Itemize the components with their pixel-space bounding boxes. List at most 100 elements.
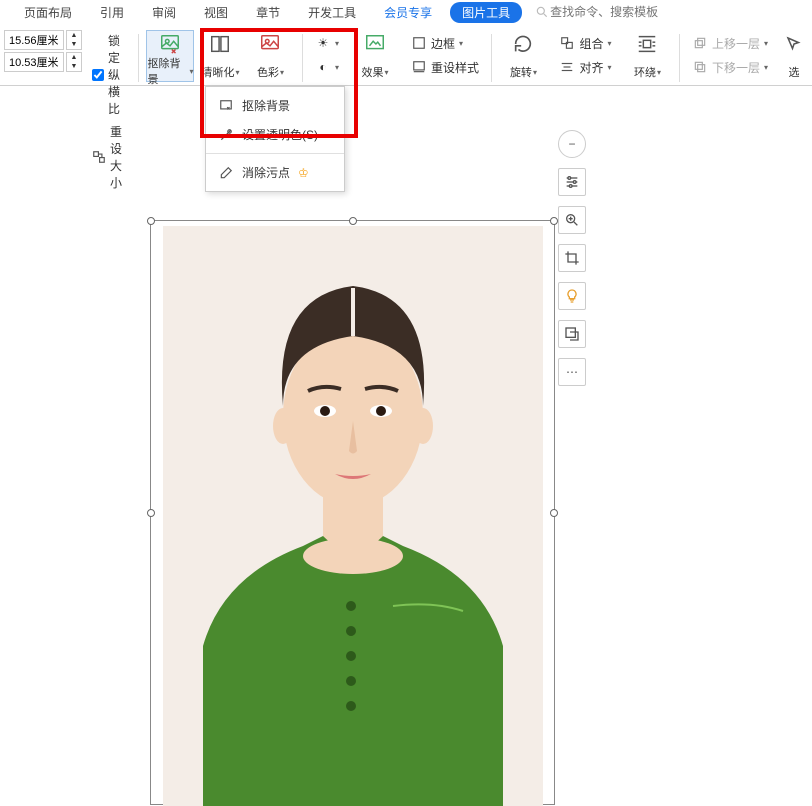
select-button[interactable]: 选 (780, 30, 808, 82)
side-more-button[interactable]: ⋯ (558, 358, 586, 386)
rotate-button[interactable]: 旋转▾ (499, 30, 547, 82)
menu-remove-bg-label: 抠除背景 (242, 97, 290, 114)
menu-chapter[interactable]: 章节 (242, 0, 294, 25)
side-crop-button[interactable] (558, 244, 586, 272)
height-down[interactable]: ▼ (67, 62, 81, 71)
move-down-icon (692, 59, 708, 75)
contrast-button[interactable]: ◐▾ (311, 56, 343, 78)
size-group: ▲▼ ▲▼ (0, 30, 86, 72)
resize-handle-tm[interactable] (349, 217, 357, 225)
side-properties-button[interactable] (558, 168, 586, 196)
command-search[interactable] (534, 4, 690, 20)
menu-set-transparent-label: 设置透明色(S) (242, 126, 318, 143)
menu-divider (206, 153, 344, 154)
group-label: 组合 (579, 35, 603, 52)
wrap-button[interactable]: 环绕▾ (623, 30, 671, 82)
width-up[interactable]: ▲ (67, 31, 81, 40)
brightness-button[interactable]: ☀▾ (311, 32, 343, 54)
contrast-icon: ◐ (315, 59, 331, 75)
lock-aspect-checkbox[interactable] (92, 69, 104, 81)
height-stepper[interactable]: ▲▼ (66, 52, 82, 72)
align-icon (559, 59, 575, 75)
zoom-icon (564, 212, 580, 228)
effect-button[interactable]: 效果▾ (351, 30, 399, 82)
border-button[interactable]: 边框▾ (407, 32, 483, 54)
crop-icon (564, 250, 580, 266)
width-input[interactable] (4, 30, 64, 50)
portrait-svg (163, 226, 543, 806)
rotate-label: 旋转 (510, 64, 532, 80)
color-label: 色彩 (257, 64, 279, 80)
remove-bg-icon (158, 33, 182, 55)
menu-page-layout[interactable]: 页面布局 (10, 0, 86, 25)
resize-handle-tr[interactable] (550, 217, 558, 225)
rotate-icon (511, 32, 535, 56)
select-icon (782, 32, 806, 56)
context-tab-picture-tools[interactable]: 图片工具 (450, 2, 522, 23)
height-input[interactable] (4, 52, 64, 72)
search-input[interactable] (550, 5, 690, 19)
clarity-button[interactable]: 清晰化▾ (196, 30, 244, 82)
menu-reference[interactable]: 引用 (86, 0, 138, 25)
color-button[interactable]: 色彩▾ (246, 30, 294, 82)
move-up-icon (692, 35, 708, 51)
width-stepper[interactable]: ▲▼ (66, 30, 82, 50)
remove-bg-button[interactable]: 抠除背景▾ (146, 30, 194, 82)
menu-member[interactable]: 会员专享 (370, 0, 446, 25)
ellipsis-icon: ⋯ (566, 365, 578, 379)
menu-view[interactable]: 视图 (190, 0, 242, 25)
crown-icon: ♔ (298, 166, 309, 180)
effect-label: 效果 (361, 64, 383, 80)
reset-style-button[interactable]: 重设样式 (407, 56, 483, 78)
menu-set-transparent[interactable]: 设置透明色(S) (206, 120, 344, 149)
reset-size-icon (92, 149, 106, 165)
floating-tools-panel: − ⋯ (558, 130, 586, 386)
align-button[interactable]: 对齐▾ (555, 56, 615, 78)
border-label: 边框 (431, 35, 455, 52)
menu-review[interactable]: 审阅 (138, 0, 190, 25)
move-up-button[interactable]: 上移一层▾ (688, 32, 772, 54)
menu-devtools[interactable]: 开发工具 (294, 0, 370, 25)
border-icon (411, 35, 427, 51)
remove-bg-icon (218, 98, 234, 114)
resize-handle-tl[interactable] (147, 217, 155, 225)
resize-handle-mr[interactable] (550, 509, 558, 517)
caret-icon: ▾ (189, 67, 193, 76)
align-label: 对齐 (579, 59, 603, 76)
side-replace-button[interactable] (558, 320, 586, 348)
remove-bg-label: 抠除背景 (147, 55, 188, 87)
lock-aspect-row[interactable]: 锁定纵横比 (92, 32, 128, 117)
caret-icon: ▾ (280, 68, 284, 77)
sun-icon: ☀ (315, 35, 331, 51)
clarity-icon (208, 32, 232, 56)
move-up-label: 上移一层 (712, 35, 760, 52)
remove-bg-dropdown: 抠除背景 设置透明色(S) 消除污点 ♔ (205, 86, 345, 192)
move-down-button[interactable]: 下移一层▾ (688, 56, 772, 78)
menu-remove-bg[interactable]: 抠除背景 (206, 91, 344, 120)
replace-icon (564, 326, 580, 342)
wrap-icon (635, 32, 659, 56)
menu-remove-spot[interactable]: 消除污点 ♔ (206, 158, 344, 187)
wrap-label: 环绕 (634, 64, 656, 80)
move-down-label: 下移一层 (712, 59, 760, 76)
side-idea-button[interactable] (558, 282, 586, 310)
side-zoom-button[interactable] (558, 206, 586, 234)
select-label: 选 (788, 64, 799, 80)
collapse-button[interactable]: − (558, 130, 586, 158)
eraser-icon (218, 165, 234, 181)
reset-style-label: 重设样式 (431, 59, 479, 76)
bulb-icon (564, 288, 580, 304)
transparent-icon (218, 127, 234, 143)
reset-style-icon (411, 59, 427, 75)
reset-size-button[interactable]: 重设大小 (92, 123, 128, 191)
reset-size-label: 重设大小 (110, 123, 128, 191)
resize-handle-ml[interactable] (147, 509, 155, 517)
effect-icon (363, 32, 387, 56)
height-up[interactable]: ▲ (67, 53, 81, 62)
color-icon (258, 32, 282, 56)
menu-remove-spot-label: 消除污点 (242, 164, 290, 181)
group-button[interactable]: 组合▾ (555, 32, 615, 54)
portrait-image[interactable] (163, 226, 543, 806)
lock-aspect-label: 锁定纵横比 (108, 32, 128, 117)
width-down[interactable]: ▼ (67, 40, 81, 49)
